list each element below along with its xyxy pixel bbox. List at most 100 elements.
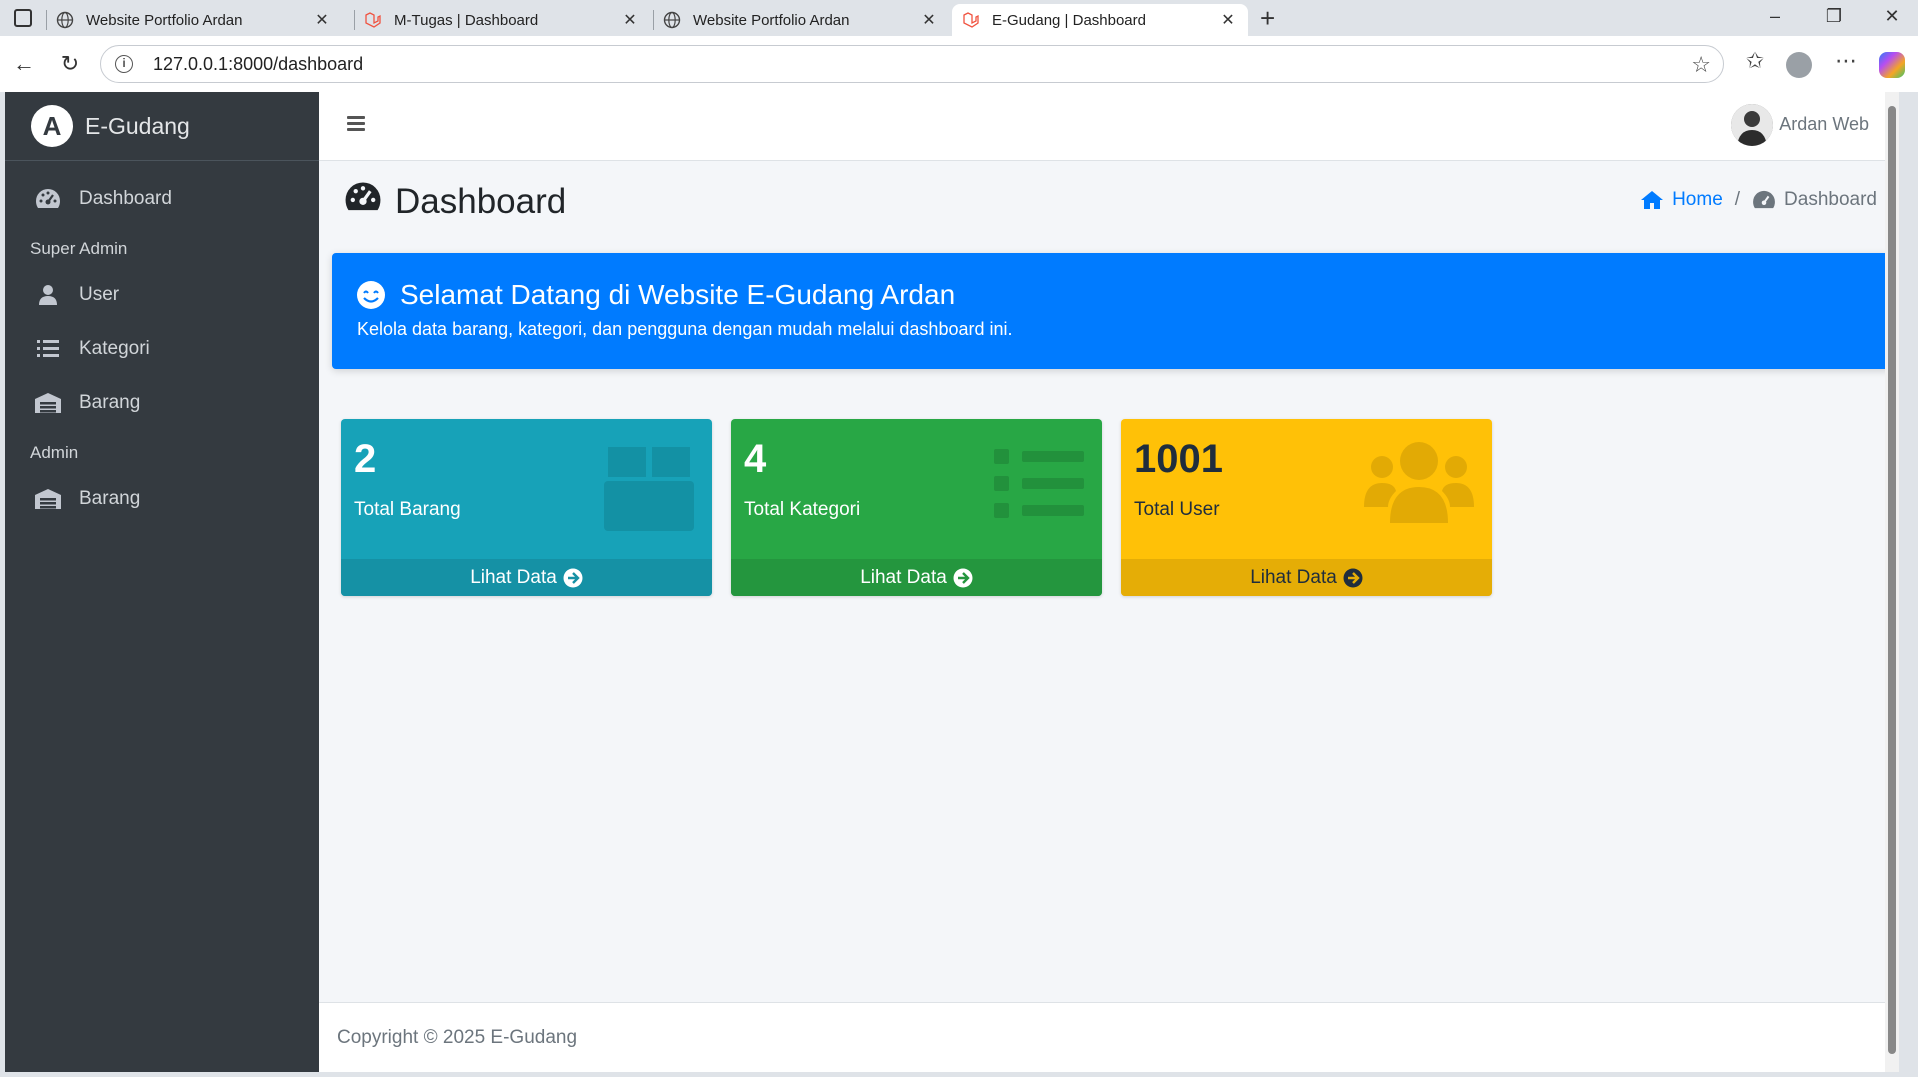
minimize-icon[interactable]: – [1760, 6, 1790, 27]
browser-tab-2[interactable]: M-Tugas | Dashboard ✕ [354, 4, 650, 36]
brand-logo: A [31, 105, 73, 147]
brand-logo-letter: A [42, 110, 62, 141]
sidebar-header-super-admin: Super Admin [30, 239, 128, 258]
lihat-data-button[interactable]: Lihat Data [341, 559, 712, 596]
warehouse-icon [33, 488, 63, 510]
sidebar-item-admin-barang[interactable]: Barang [13, 475, 311, 523]
close-window-icon[interactable]: ✕ [1877, 6, 1907, 27]
sidebar-item-user[interactable]: User [13, 271, 311, 319]
brand-link[interactable]: A E-Gudang [5, 92, 319, 161]
sidebar-item-label: Barang [79, 488, 141, 509]
close-tab-icon[interactable]: ✕ [919, 10, 939, 30]
stat-card-kategori: 4 Total Kategori Lihat Data [731, 419, 1102, 596]
close-tab-icon[interactable]: ✕ [1218, 10, 1238, 30]
close-tab-icon[interactable]: ✕ [620, 10, 640, 30]
browser-tabbar: Website Portfolio Ardan ✕ M-Tugas | Dash… [0, 0, 1918, 36]
gauge-icon [343, 181, 383, 222]
sidebar-item-barang[interactable]: Barang [13, 379, 311, 427]
welcome-title: Selamat Datang di Website E-Gudang Ardan [356, 279, 955, 311]
users-icon [1364, 441, 1474, 528]
breadcrumb-current: Dashboard [1752, 189, 1877, 211]
stat-value: 2 [354, 437, 377, 481]
more-options-icon[interactable]: ⋯ [1830, 48, 1862, 74]
site-info-icon[interactable]: i [115, 55, 133, 73]
breadcrumb: Home / Dashboard [1640, 189, 1877, 211]
page-title: Dashboard [343, 181, 566, 222]
avatar[interactable] [1731, 104, 1773, 146]
tab-title: Website Portfolio Ardan [693, 11, 850, 29]
welcome-subtitle: Kelola data barang, kategori, dan penggu… [357, 319, 1013, 339]
welcome-alert: Selamat Datang di Website E-Gudang Ardan… [332, 253, 1892, 369]
stat-card-barang: 2 Total Barang Lihat Data [341, 419, 712, 596]
sidebar-header-admin: Admin [30, 443, 79, 462]
lihat-data-button[interactable]: Lihat Data [731, 559, 1102, 596]
breadcrumb-current-label: Dashboard [1784, 189, 1877, 210]
lihat-data-label[interactable]: Lihat Data [860, 567, 947, 589]
breadcrumb-home[interactable]: Home [1640, 189, 1723, 211]
tab-title: Website Portfolio Ardan [86, 11, 243, 29]
box-icon [604, 441, 694, 536]
stat-label: Total Kategori [744, 499, 861, 520]
copilot-icon[interactable] [1879, 52, 1905, 78]
browser-tab-3[interactable]: Website Portfolio Ardan ✕ [653, 4, 949, 36]
stat-label: Total Barang [354, 499, 461, 520]
app-window: A E-Gudang Dashboard Super Admin User Ka… [5, 92, 1899, 1072]
user-name[interactable]: Ardan Web [1779, 114, 1869, 135]
sidebar-item-kategori[interactable]: Kategori [13, 325, 311, 373]
sidebar-item-dashboard[interactable]: Dashboard [13, 175, 311, 223]
top-navbar: Ardan Web [319, 92, 1899, 161]
new-tab-button[interactable]: + [1260, 4, 1275, 32]
tab-title: M-Tugas | Dashboard [394, 11, 539, 29]
close-tab-icon[interactable]: ✕ [312, 10, 332, 30]
lihat-data-button[interactable]: Lihat Data [1121, 559, 1492, 596]
tab-actions-icon[interactable] [14, 9, 32, 27]
tab-title: E-Gudang | Dashboard [992, 11, 1146, 29]
gauge-icon [1753, 190, 1775, 209]
stat-label: Total User [1134, 499, 1220, 520]
laravel-icon [364, 11, 382, 29]
gauge-icon [33, 188, 63, 210]
stat-value: 4 [744, 437, 767, 481]
browser-tab-4-active[interactable]: E-Gudang | Dashboard ✕ [952, 4, 1248, 36]
sidebar-item-label: User [79, 284, 120, 305]
page-footer: Copyright © 2025 E-Gudang [319, 1002, 1899, 1072]
sidebar-menu: Dashboard Super Admin User Kategori Bara… [5, 161, 319, 523]
arrow-circle-right-icon [1343, 568, 1363, 587]
browser-tab-1[interactable]: Website Portfolio Ardan ✕ [46, 4, 342, 36]
favorites-icon[interactable]: ✩ [1739, 48, 1771, 74]
arrow-circle-right-icon [953, 568, 973, 587]
stat-card-user: 1001 Total User Lihat Data [1121, 419, 1492, 596]
url-text[interactable]: 127.0.0.1:8000/dashboard [153, 54, 363, 75]
address-toolbar: ← ↻ i 127.0.0.1:8000/dashboard ☆ ✩ ⋯ [0, 36, 1918, 92]
smile-icon [357, 281, 385, 309]
laravel-icon [962, 11, 980, 29]
home-icon [1641, 191, 1664, 209]
arrow-circle-right-icon [563, 568, 583, 587]
back-icon[interactable]: ← [10, 50, 38, 78]
sidebar-item-label: Barang [79, 392, 141, 413]
user-icon [33, 284, 63, 306]
main-content: Dashboard Home / Dashboard Selamat Datan… [319, 161, 1899, 1072]
brand-name: E-Gudang [85, 112, 190, 139]
breadcrumb-home-label[interactable]: Home [1672, 189, 1723, 211]
welcome-title-text: Selamat Datang di Website E-Gudang Ardan [400, 279, 956, 310]
menu-toggle-icon[interactable] [347, 116, 365, 134]
reload-icon[interactable]: ↻ [56, 50, 84, 78]
stat-value: 1001 [1134, 437, 1223, 481]
list-icon [994, 441, 1084, 526]
list-icon [33, 339, 63, 359]
copyright-text: Copyright © 2025 E-Gudang [337, 1027, 578, 1048]
favorite-star-icon[interactable]: ☆ [1691, 52, 1711, 78]
lihat-data-label[interactable]: Lihat Data [470, 567, 557, 589]
globe-icon [663, 11, 681, 29]
profile-icon[interactable] [1786, 52, 1812, 78]
scrollbar-thumb[interactable] [1888, 106, 1896, 1054]
restore-icon[interactable]: ❐ [1819, 6, 1849, 27]
page-scrollbar[interactable] [1885, 92, 1899, 1072]
sidebar: A E-Gudang Dashboard Super Admin User Ka… [5, 92, 319, 1072]
sidebar-item-label: Kategori [79, 338, 150, 359]
warehouse-icon [33, 392, 63, 414]
url-bar[interactable]: i 127.0.0.1:8000/dashboard ☆ [100, 45, 1724, 83]
globe-icon [56, 11, 74, 29]
lihat-data-label[interactable]: Lihat Data [1250, 567, 1337, 589]
